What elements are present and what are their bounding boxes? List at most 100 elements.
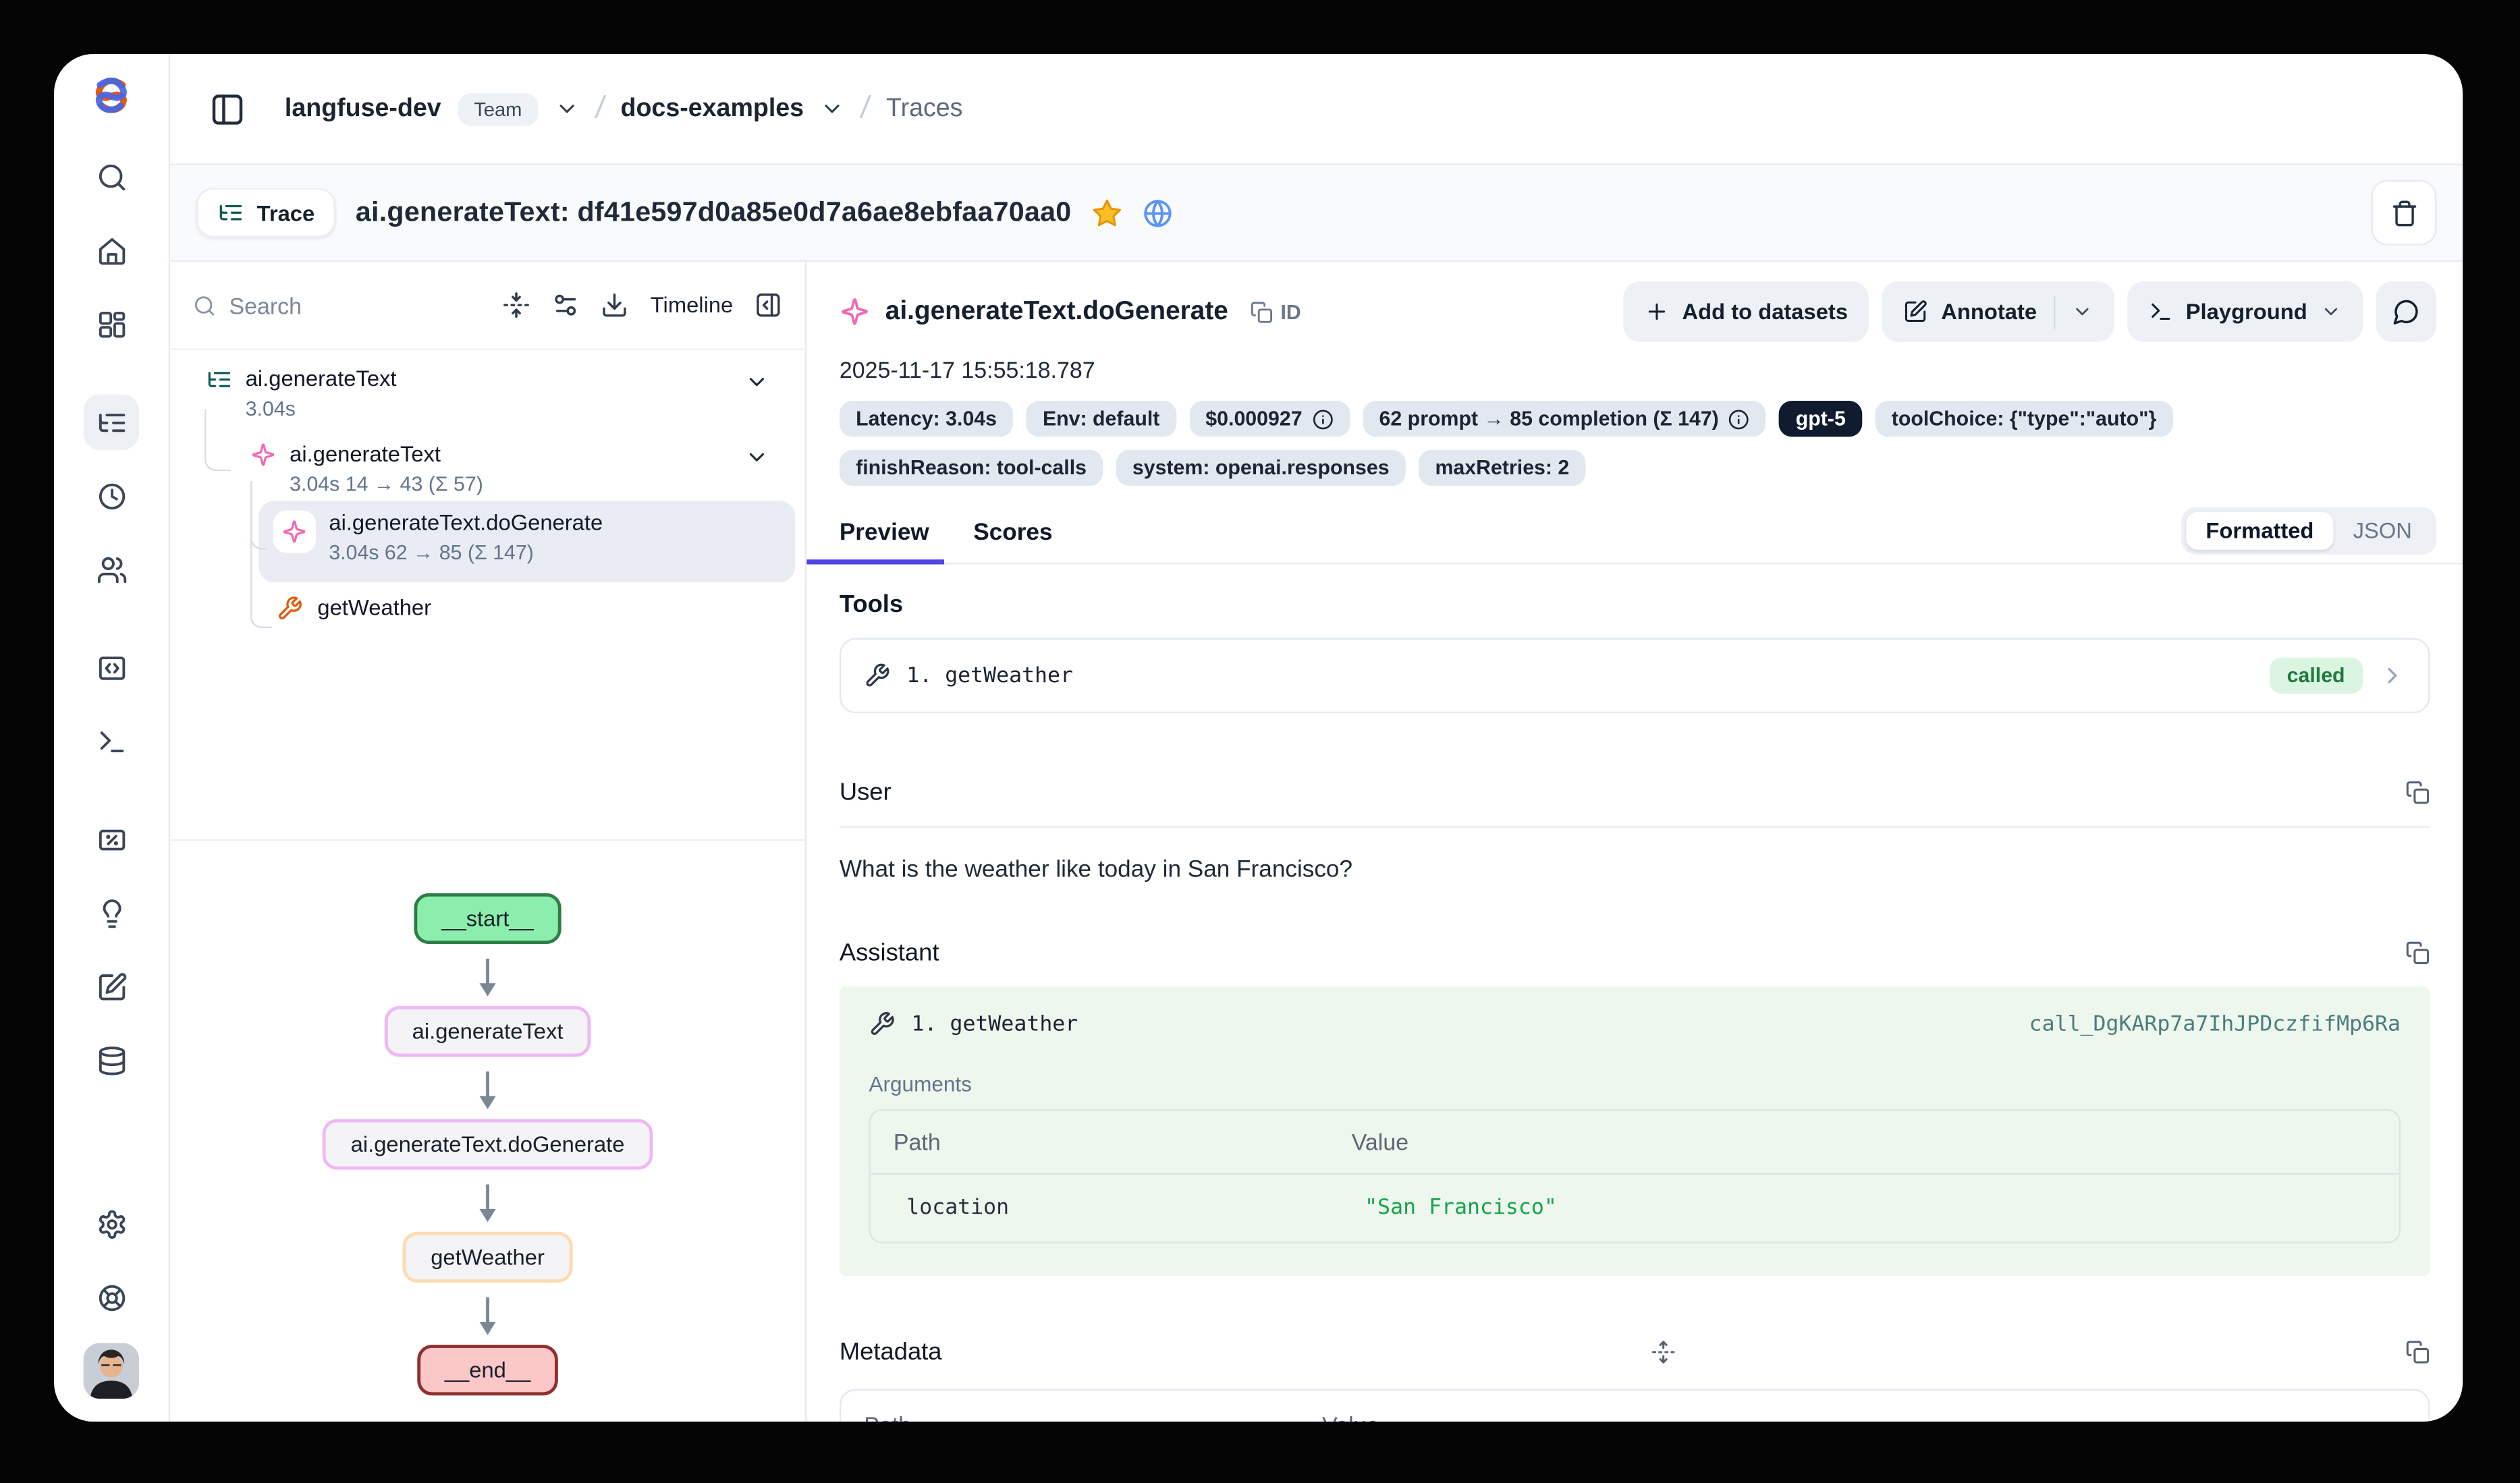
- sidebar-item-support[interactable]: [84, 1270, 139, 1325]
- list-tree-icon: [207, 366, 233, 393]
- metadata-section-header: Metadata: [840, 1338, 2430, 1366]
- public-share-button[interactable]: [1142, 197, 1173, 228]
- tool-name: 1. getWeather: [906, 663, 1073, 688]
- model-badge[interactable]: gpt-5: [1779, 401, 1862, 437]
- trace-type-pill[interactable]: Trace: [196, 188, 336, 237]
- square-pen-icon: [96, 971, 127, 1002]
- tree-row-label: ai.generateText: [246, 363, 397, 394]
- observation-tree: ai.generateText 3.04s ai.generateText 3.…: [170, 350, 805, 839]
- sidebar-item-playground[interactable]: [84, 713, 139, 768]
- breadcrumb-org[interactable]: docs-examples: [621, 94, 804, 123]
- sidebar-item-scores[interactable]: [84, 812, 139, 867]
- graph-arrow: [486, 1071, 489, 1104]
- info-icon: [1312, 408, 1334, 430]
- sidebar-item-tracing[interactable]: [84, 394, 139, 449]
- list-tree-icon: [217, 200, 244, 226]
- graph-node-getweather[interactable]: getWeather: [403, 1232, 572, 1283]
- format-formatted[interactable]: Formatted: [2186, 512, 2333, 550]
- add-to-datasets-button[interactable]: Add to datasets: [1623, 281, 1869, 342]
- copy-icon: [2405, 1340, 2430, 1364]
- sidebar-item-sessions[interactable]: [84, 468, 139, 523]
- timeline-toggle[interactable]: Timeline: [651, 293, 733, 317]
- tab-scores[interactable]: Scores: [973, 520, 1052, 563]
- playground-button[interactable]: Playground: [2127, 281, 2363, 342]
- users-icon: [96, 554, 127, 585]
- toggle-sidebar-button[interactable]: [209, 91, 245, 127]
- sidebar-item-users[interactable]: [84, 542, 139, 597]
- project-switcher-button[interactable]: [555, 96, 579, 121]
- fold-vertical-icon: [503, 291, 531, 319]
- tool-call-id: call_DgKARp7a7IhJPDczfifMp6Ra: [2029, 1012, 2401, 1036]
- comments-button[interactable]: [2376, 281, 2437, 342]
- observation-detail-panel: ai.generateText.doGenerate ID Add to dat…: [806, 262, 2463, 1422]
- graph-node-start[interactable]: __start__: [414, 893, 561, 944]
- chevron-down-icon[interactable]: [2071, 301, 2093, 323]
- download-button[interactable]: [601, 291, 629, 319]
- arguments-label: Arguments: [869, 1071, 2401, 1096]
- bookmark-star-button[interactable]: [1091, 197, 1122, 228]
- annotate-button[interactable]: Annotate: [1882, 281, 2114, 342]
- collapse-all-button[interactable]: [503, 291, 531, 319]
- expand-metadata-button[interactable]: [1651, 1340, 1676, 1364]
- generation-sparkle-icon: [840, 296, 871, 327]
- collapse-panel-button[interactable]: [755, 291, 782, 319]
- cost-badge[interactable]: $0.000927: [1189, 401, 1350, 437]
- search-icon: [96, 161, 127, 192]
- tool-definition-row[interactable]: 1. getWeather called: [840, 638, 2430, 714]
- terminal-icon: [2148, 300, 2172, 324]
- org-switcher-button[interactable]: [820, 96, 844, 121]
- arguments-table: Path Value location "San Francisco": [869, 1109, 2401, 1243]
- tree-settings-button[interactable]: [552, 291, 580, 319]
- user-heading: User: [840, 779, 892, 806]
- copy-icon: [1249, 300, 1272, 323]
- chevron-down-icon: [744, 370, 769, 394]
- sidebar-item-search[interactable]: [84, 149, 139, 204]
- column-path: Path: [864, 1411, 1322, 1422]
- sidebar-item-datasets[interactable]: [84, 1032, 139, 1088]
- tree-row-label: ai.generateText: [290, 439, 483, 470]
- sidebar-item-home[interactable]: [84, 223, 139, 278]
- copy-assistant-button[interactable]: [2405, 941, 2430, 965]
- sidebar-item-dashboards[interactable]: [84, 296, 139, 352]
- sidebar-item-evaluators[interactable]: [84, 885, 139, 941]
- user-avatar[interactable]: [84, 1343, 139, 1399]
- format-json[interactable]: JSON: [2334, 512, 2432, 550]
- breadcrumb-separator: /: [858, 91, 872, 127]
- message-circle-icon: [2392, 298, 2420, 325]
- breadcrumb-page[interactable]: Traces: [886, 94, 962, 123]
- panel-left-icon: [209, 91, 245, 127]
- finishreason-badge: finishReason: tool-calls: [840, 450, 1103, 486]
- collapse-chevron[interactable]: [744, 370, 769, 394]
- breadcrumb-project[interactable]: langfuse-dev: [285, 94, 441, 123]
- tree-row-root[interactable]: ai.generateText 3.04s: [170, 363, 792, 425]
- stage: langfuse-dev Team / docs-examples / Trac…: [0, 0, 2520, 1482]
- graph-node-end[interactable]: __end__: [417, 1345, 559, 1395]
- copy-id-button[interactable]: ID: [1249, 300, 1300, 323]
- search-icon: [193, 292, 216, 318]
- graph-arrow: [486, 959, 489, 991]
- collapse-chevron[interactable]: [744, 445, 769, 470]
- tool-call-row: 1. getWeather call_DgKARp7a7IhJPDczfifMp…: [869, 1011, 2401, 1037]
- observation-timestamp: 2025-11-17 15:55:18.787: [840, 357, 2436, 383]
- graph-node-generatetext[interactable]: ai.generateText: [384, 1006, 591, 1057]
- sidebar-item-prompts[interactable]: [84, 640, 139, 695]
- tree-row-generation[interactable]: ai.generateText 3.04s 14 → 43 (Σ 57): [170, 439, 792, 501]
- copy-user-button[interactable]: [2405, 781, 2430, 805]
- argument-value: "San Francisco": [1365, 1196, 2376, 1220]
- copy-metadata-button[interactable]: [2405, 1340, 2430, 1364]
- app-window: langfuse-dev Team / docs-examples / Trac…: [54, 54, 2463, 1422]
- sidebar-item-annotation[interactable]: [84, 959, 139, 1014]
- graph-node-dogenerate[interactable]: ai.generateText.doGenerate: [323, 1119, 652, 1169]
- button-divider: [2053, 296, 2054, 328]
- delete-trace-button[interactable]: [2371, 180, 2436, 246]
- detail-tabs: Preview Scores Formatted JSON: [806, 507, 2463, 565]
- tree-row-selected[interactable]: ai.generateText.doGenerate 3.04s 62 → 85…: [170, 507, 792, 569]
- sidebar-item-settings[interactable]: [84, 1196, 139, 1251]
- search-input[interactable]: [229, 292, 482, 318]
- chevron-right-icon[interactable]: [2379, 663, 2405, 689]
- wrench-icon: [864, 663, 890, 689]
- user-section-header: User: [840, 779, 2430, 806]
- tokens-badge[interactable]: 62 prompt → 85 completion (Σ 147): [1363, 401, 1766, 437]
- tree-row-tool[interactable]: getWeather: [170, 592, 792, 623]
- tab-preview[interactable]: Preview: [840, 520, 929, 563]
